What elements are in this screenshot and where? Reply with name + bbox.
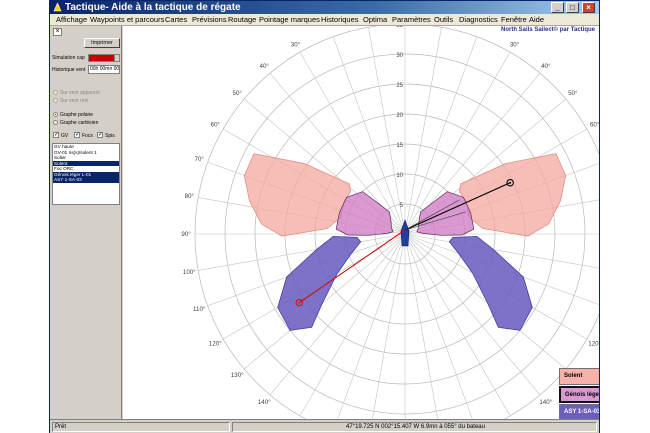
polar-chart[interactable]: 510152025303530°30°40°40°50°50°60°60°70°… — [123, 26, 599, 419]
menu-aide[interactable]: Aide — [529, 14, 544, 26]
menu-parametres[interactable]: Paramètres — [392, 14, 431, 26]
sim-cap-field[interactable] — [88, 54, 120, 62]
minimize-button[interactable]: _ — [551, 2, 564, 13]
menu-affichage[interactable]: Affichage — [56, 14, 87, 26]
menu-previsions[interactable]: Prévisions — [192, 14, 227, 26]
vector-dot-right — [509, 181, 512, 184]
boat-icon — [400, 219, 410, 247]
angle-tick-label: 140° — [539, 399, 552, 406]
angle-tick-label: 30° — [291, 41, 301, 48]
menu-routage[interactable]: Routage — [228, 14, 256, 26]
radio-cartesien-label: Graphe cartésien — [60, 120, 99, 126]
grid-spoke — [372, 233, 406, 419]
angle-tick-label: 110° — [193, 306, 206, 313]
radio-polaire-label: Graphe polaire — [60, 112, 94, 118]
menu-waypoints[interactable]: Waypoints et parcours — [90, 14, 164, 26]
hist-vent-label: Historique vent — [52, 67, 86, 73]
sim-cap-label: Simulation cap — [52, 55, 85, 61]
control-panel: × Imprimer Simulation cap Historique ven… — [50, 26, 122, 419]
radio-reel-label: Sur vent réel — [60, 98, 89, 104]
radial-tick-label: 30 — [396, 53, 403, 59]
menu-cartes[interactable]: Cartes — [165, 14, 187, 26]
angle-tick-label: 40° — [541, 63, 551, 70]
hist-vent-field[interactable]: 00h 00mn 00s — [88, 65, 120, 74]
radio-reel — [53, 98, 58, 103]
status-state: Prêt — [52, 422, 230, 432]
menu-pointage[interactable]: Pointage marques — [259, 14, 320, 26]
print-button[interactable]: Imprimer — [84, 38, 120, 48]
angle-tick-label: 120° — [588, 341, 599, 348]
check-focs-label: Focs — [82, 133, 93, 139]
sail-area-solent-left — [243, 153, 351, 237]
radial-tick-label: 15 — [396, 143, 403, 149]
angle-tick-label: 60° — [590, 122, 599, 129]
check-spis-label: Spis — [105, 133, 115, 139]
sail-area-asy-1-sa-03-right — [448, 236, 533, 331]
angle-tick-label: 30° — [510, 41, 520, 48]
angle-tick-label: 50° — [568, 90, 578, 97]
radio-apparent-label: Sur vent apparent — [60, 90, 100, 96]
app-icon — [53, 3, 62, 12]
window-title: Tactique- Aide à la tactique de régate — [65, 2, 241, 13]
angle-tick-label: 40° — [260, 63, 270, 70]
angle-tick-label: 140° — [258, 399, 271, 406]
menu-historiques[interactable]: Historiques — [321, 14, 359, 26]
angle-tick-label: 60° — [211, 122, 221, 129]
angle-tick-label: 100° — [183, 269, 196, 276]
check-gv[interactable]: ✓ — [53, 132, 59, 138]
menu-diagnostics[interactable]: Diagnostics — [459, 14, 498, 26]
check-focs[interactable]: ✓ — [74, 132, 80, 138]
radial-tick-label: 25 — [396, 83, 403, 89]
list-item[interactable]: ASY 1-SA-03 — [53, 177, 119, 183]
radio-graphe-cartesien[interactable] — [53, 120, 58, 125]
legend-item-asy: ASY 1-SA-03 — [559, 404, 599, 419]
panel-close-icon[interactable]: × — [53, 28, 62, 36]
status-position: 47°19.725 N 002°15.407 W 6.9mn à 055° du… — [232, 422, 597, 432]
radial-tick-label: 10 — [396, 173, 403, 179]
radial-tick-label: 35 — [396, 26, 403, 29]
menu-bar: Affichage Waypoints et parcours Cartes P… — [50, 14, 599, 26]
close-button[interactable]: × — [582, 2, 595, 13]
brand-label: North Sails Sailect© par Tactique — [500, 27, 595, 33]
sail-listbox[interactable]: GV haute GV-01 ris(s)/solent 1 Solier So… — [52, 143, 120, 205]
angle-tick-label: 50° — [233, 90, 243, 97]
polar-chart-area[interactable]: 5 10 15 20 25 30 35 30° 30° 40° 40° 50° 50° 60° 60° 70°… — [123, 26, 599, 419]
menu-outils[interactable]: Outils — [434, 14, 453, 26]
legend-item-genois: Génois léger L-01 — [559, 386, 599, 403]
grid-spoke — [404, 233, 438, 419]
angle-tick-label: 130° — [231, 372, 244, 379]
angle-tick-label: 90° — [181, 231, 191, 238]
title-bar[interactable]: Tactique- Aide à la tactique de régate _… — [50, 1, 599, 14]
maximize-button[interactable]: □ — [566, 2, 579, 13]
app-window: Tactique- Aide à la tactique de régate _… — [49, 0, 600, 433]
check-spis[interactable]: ✓ — [97, 132, 103, 138]
legend: Solent Génois léger L-01 ASY 1-SA-03 — [559, 368, 599, 419]
sail-area-asy-1-sa-03-left — [277, 236, 362, 331]
angle-tick-label: 120° — [209, 341, 222, 348]
status-bar: Prêt 47°19.725 N 002°15.407 W 6.9mn à 05… — [50, 419, 599, 433]
sim-cap-spinner[interactable] — [114, 54, 120, 62]
angle-tick-label: 70° — [195, 156, 205, 163]
vector-dot-left — [298, 301, 301, 304]
radio-apparent — [53, 90, 58, 95]
radio-graphe-polaire[interactable] — [53, 112, 58, 117]
menu-optima[interactable]: Optima — [363, 14, 387, 26]
sail-area-solent-right — [459, 153, 567, 237]
menu-fenetre[interactable]: Fenêtre — [501, 14, 527, 26]
radial-tick-label: 20 — [396, 113, 403, 119]
check-gv-label: GV — [61, 133, 69, 139]
angle-tick-label: 80° — [185, 193, 195, 200]
legend-item-solent: Solent — [559, 368, 599, 385]
